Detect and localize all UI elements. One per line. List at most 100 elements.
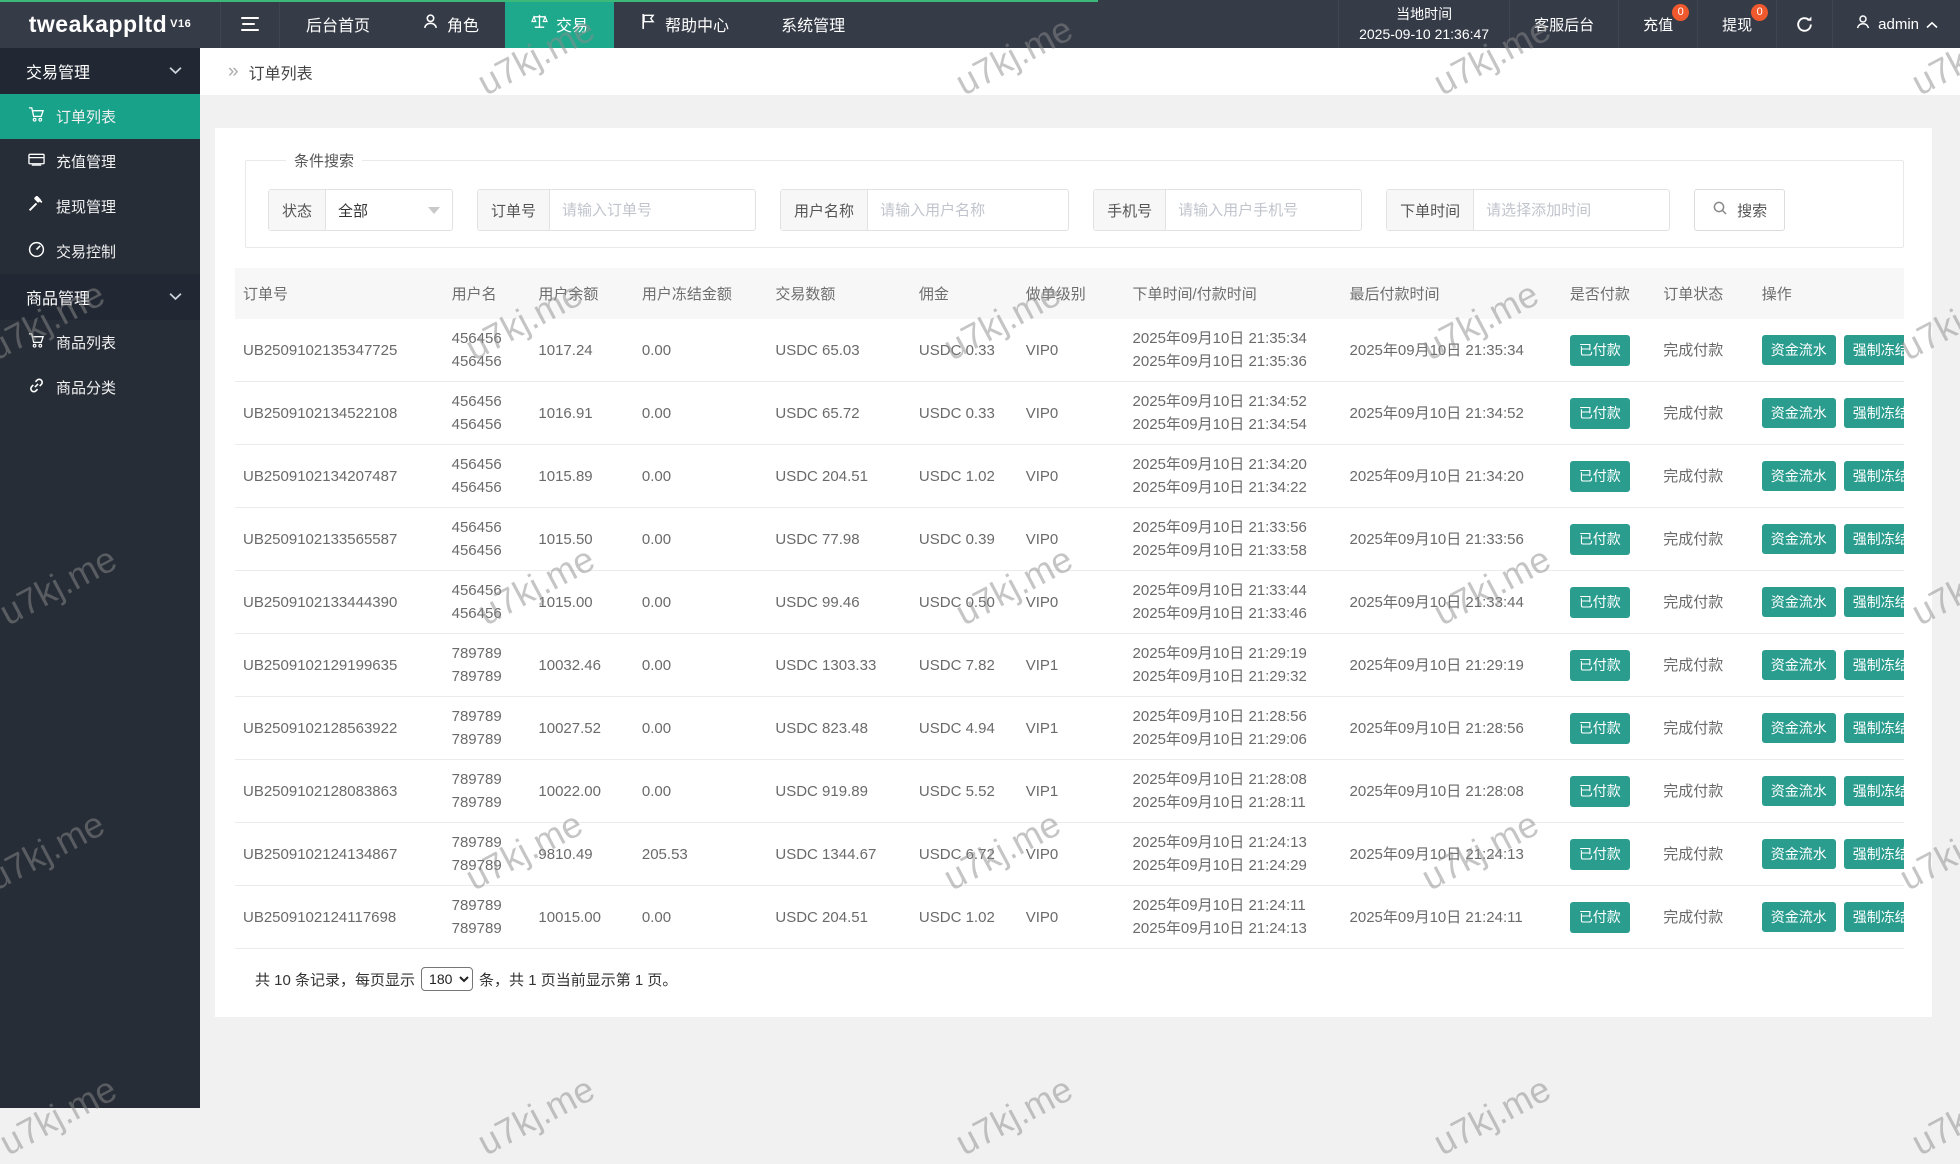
user-name-cell: 456456456456 <box>444 571 531 634</box>
order-no-cell: UB2509102133565587 <box>235 508 444 571</box>
order-status-cell: 完成付款 <box>1655 823 1753 886</box>
user-name-cell: 789789789789 <box>444 823 531 886</box>
sidebar-item-order-list[interactable]: 订单列表 <box>0 94 200 139</box>
force-freeze-button[interactable]: 强制冻结 <box>1844 587 1904 617</box>
sidebar-group-trade-management[interactable]: 交易管理 <box>0 48 200 94</box>
filter-row: 状态 全部 订单号 用户名称 手机号 <box>268 189 1903 231</box>
page-title: 订单列表 <box>249 60 313 84</box>
actions-cell[interactable]: 资金流水强制冻结 <box>1754 760 1904 823</box>
actions-cell[interactable]: 资金流水强制冻结 <box>1754 697 1904 760</box>
actions-cell[interactable]: 资金流水强制冻结 <box>1754 319 1904 382</box>
orders-table-wrap: 订单号 用户名 用户余额 用户冻结金额 交易数额 佣金 做单级别 下单时间/付款… <box>235 268 1904 991</box>
refresh-icon[interactable] <box>1776 0 1832 48</box>
chevron-down-icon <box>169 62 182 80</box>
paid-badge: 已付款 <box>1570 587 1630 618</box>
fund-flow-button[interactable]: 资金流水 <box>1762 839 1836 869</box>
nav-home[interactable]: 后台首页 <box>280 0 396 48</box>
last-pay-time-cell: 2025年09月10日 21:35:34 <box>1342 319 1562 382</box>
force-freeze-button[interactable]: 强制冻结 <box>1844 524 1904 554</box>
fund-flow-button[interactable]: 资金流水 <box>1762 398 1836 428</box>
fund-flow-button[interactable]: 资金流水 <box>1762 335 1836 365</box>
service-backend-link[interactable]: 客服后台 <box>1509 0 1618 48</box>
actions-cell[interactable]: 资金流水强制冻结 <box>1754 445 1904 508</box>
amount-cell: USDC 204.51 <box>767 445 911 508</box>
commission-cell: USDC 1.02 <box>911 886 1018 949</box>
sidebar-item-trade-control[interactable]: 交易控制 <box>0 229 200 274</box>
paid-cell: 已付款 <box>1562 886 1655 949</box>
force-freeze-button[interactable]: 强制冻结 <box>1844 713 1904 743</box>
col-last-pay-time: 最后付款时间 <box>1342 268 1562 319</box>
fund-flow-button[interactable]: 资金流水 <box>1762 461 1836 491</box>
amount-cell: USDC 65.03 <box>767 319 911 382</box>
paid-cell: 已付款 <box>1562 634 1655 697</box>
fund-flow-button[interactable]: 资金流水 <box>1762 650 1836 680</box>
paid-cell: 已付款 <box>1562 571 1655 634</box>
sidebar-group-product-management[interactable]: 商品管理 <box>0 274 200 320</box>
nav-roles[interactable]: 角色 <box>396 0 505 48</box>
sidebar-item-withdraw-management[interactable]: 提现管理 <box>0 184 200 229</box>
user-menu[interactable]: admin <box>1832 0 1960 48</box>
nav-trade-label: 交易 <box>556 12 588 36</box>
caret-down-icon <box>428 207 440 214</box>
page-size-select[interactable]: 180 <box>421 967 473 991</box>
order-no-cell: UB2509102128083863 <box>235 760 444 823</box>
force-freeze-button[interactable]: 强制冻结 <box>1844 461 1904 491</box>
user-name-cell: 456456456456 <box>444 445 531 508</box>
actions-cell[interactable]: 资金流水强制冻结 <box>1754 571 1904 634</box>
user-name-cell: 789789789789 <box>444 634 531 697</box>
force-freeze-button[interactable]: 强制冻结 <box>1844 398 1904 428</box>
actions-cell[interactable]: 资金流水强制冻结 <box>1754 508 1904 571</box>
amount-cell: USDC 204.51 <box>767 886 911 949</box>
force-freeze-button[interactable]: 强制冻结 <box>1844 335 1904 365</box>
user-name-cell: 789789789789 <box>444 760 531 823</box>
level-cell: VIP0 <box>1018 571 1125 634</box>
level-cell: VIP0 <box>1018 823 1125 886</box>
topbar: tweakappltd V16 后台首页 角色 交易 帮助中心 系统管理 当地时… <box>0 0 1960 48</box>
fund-flow-button[interactable]: 资金流水 <box>1762 524 1836 554</box>
actions-cell[interactable]: 资金流水强制冻结 <box>1754 823 1904 886</box>
col-order-no: 订单号 <box>235 268 444 319</box>
nav-help-label: 帮助中心 <box>665 12 729 36</box>
sidebar-item-recharge-management[interactable]: 充值管理 <box>0 139 200 184</box>
col-frozen: 用户冻结金额 <box>634 268 768 319</box>
recharge-count-badge: 0 <box>1672 4 1689 21</box>
nav-home-label: 后台首页 <box>306 12 370 36</box>
local-time-label: 当地时间 <box>1396 4 1452 24</box>
status-select[interactable]: 全部 <box>326 190 452 230</box>
force-freeze-button[interactable]: 强制冻结 <box>1844 650 1904 680</box>
recharge-link[interactable]: 充值 0 <box>1618 0 1697 48</box>
collapse-menu-icon[interactable] <box>220 0 280 48</box>
user-name-label: 用户名称 <box>781 190 868 230</box>
search-button[interactable]: 搜索 <box>1694 189 1785 231</box>
sidebar-item-product-category[interactable]: 商品分类 <box>0 365 200 410</box>
fund-flow-button[interactable]: 资金流水 <box>1762 587 1836 617</box>
order-no-input[interactable] <box>550 190 755 230</box>
actions-cell[interactable]: 资金流水强制冻结 <box>1754 634 1904 697</box>
force-freeze-button[interactable]: 强制冻结 <box>1844 902 1904 932</box>
actions-cell[interactable]: 资金流水强制冻结 <box>1754 382 1904 445</box>
breadcrumb-chevrons-icon: » <box>228 61 239 83</box>
phone-input[interactable] <box>1166 190 1361 230</box>
fund-flow-button[interactable]: 资金流水 <box>1762 713 1836 743</box>
order-status-cell: 完成付款 <box>1655 760 1753 823</box>
fund-flow-button[interactable]: 资金流水 <box>1762 776 1836 806</box>
order-no-cell: UB2509102134207487 <box>235 445 444 508</box>
paid-badge: 已付款 <box>1570 713 1630 744</box>
order-time-input[interactable] <box>1474 190 1669 230</box>
gavel-icon <box>28 196 45 217</box>
commission-cell: USDC 7.82 <box>911 634 1018 697</box>
actions-cell[interactable]: 资金流水强制冻结 <box>1754 886 1904 949</box>
scales-icon <box>531 13 548 35</box>
sidebar-item-product-list[interactable]: 商品列表 <box>0 320 200 365</box>
paid-cell: 已付款 <box>1562 823 1655 886</box>
force-freeze-button[interactable]: 强制冻结 <box>1844 776 1904 806</box>
user-name-input[interactable] <box>868 190 1068 230</box>
nav-system[interactable]: 系统管理 <box>755 0 871 48</box>
withdraw-link[interactable]: 提现 0 <box>1697 0 1776 48</box>
nav-trade[interactable]: 交易 <box>505 0 614 48</box>
last-pay-time-cell: 2025年09月10日 21:29:19 <box>1342 634 1562 697</box>
nav-help-center[interactable]: 帮助中心 <box>614 0 755 48</box>
force-freeze-button[interactable]: 强制冻结 <box>1844 839 1904 869</box>
fund-flow-button[interactable]: 资金流水 <box>1762 902 1836 932</box>
status-filter: 状态 全部 <box>268 189 453 231</box>
